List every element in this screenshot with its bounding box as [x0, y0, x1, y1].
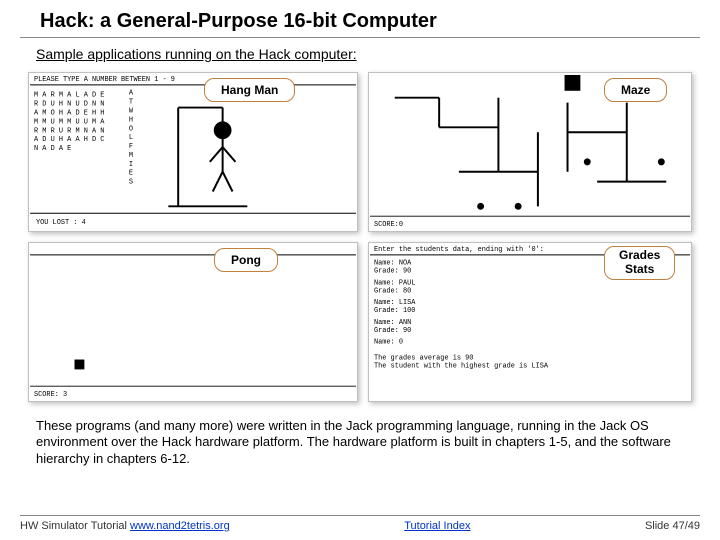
tutorial-index-link[interactable]: Tutorial Index [404, 520, 470, 532]
nand2tetris-link[interactable]: www.nand2tetris.org [130, 520, 230, 532]
svg-text:R D U H N U D N N: R D U H N U D N N [34, 101, 104, 109]
slide-number: Slide 47/49 [645, 520, 700, 532]
svg-text:A D U H A A H D C: A D U H A A H D C [34, 136, 104, 144]
hangman-tag: Hang Man [204, 78, 295, 102]
svg-text:A M O H A D E H H: A M O H A D E H H [34, 109, 104, 117]
grades-header: Enter the students data, ending with '0'… [374, 246, 544, 254]
maze-dot [515, 203, 522, 210]
hangman-panel: PLEASE TYPE A NUMBER BETWEEN 1 - 9 M A R… [28, 72, 358, 232]
svg-text:F: F [129, 143, 133, 151]
pong-ball [75, 360, 85, 370]
svg-text:Grade: 100: Grade: 100 [374, 307, 415, 315]
pong-tag: Pong [214, 248, 278, 272]
svg-text:M M U M M U U M A: M M U M M U U M A [34, 118, 105, 126]
svg-text:I: I [129, 161, 133, 169]
maze-dot [658, 158, 665, 165]
svg-text:Name: PAUL: Name: PAUL [374, 279, 415, 287]
svg-text:The student with the highest g: The student with the highest grade is LI… [374, 362, 549, 370]
svg-text:A: A [129, 90, 134, 98]
hangman-board: M A R M A L A D E R D U H N U D N N A M … [34, 92, 105, 153]
svg-text:Name: NOA: Name: NOA [374, 260, 412, 268]
hangman-figure [168, 108, 247, 207]
svg-text:Name: ANN: Name: ANN [374, 319, 411, 327]
page-title: Hack: a General-Purpose 16-bit Computer [20, 0, 700, 38]
grades-tag: GradesStats [604, 246, 675, 280]
svg-text:Grade: 90: Grade: 90 [374, 327, 411, 335]
grades-lines: Name: NOA Grade: 90 Name: PAUL Grade: 80… [374, 260, 549, 371]
hangman-lost: YOU LOST : 4 [36, 219, 86, 227]
svg-text:W: W [129, 108, 134, 116]
maze-tag: Maze [604, 78, 667, 102]
svg-text:Name: LISA: Name: LISA [374, 299, 416, 307]
svg-text:R M R U R M N A N: R M R U R M N A N [34, 127, 104, 135]
maze-dot [584, 158, 591, 165]
svg-text:L: L [129, 134, 133, 142]
svg-text:M: M [129, 152, 133, 160]
panels-container: PLEASE TYPE A NUMBER BETWEEN 1 - 9 M A R… [28, 72, 692, 422]
hangman-used-letters: A T W H O L F M I E S [129, 90, 134, 187]
svg-text:Grade: 90: Grade: 90 [374, 268, 411, 276]
footer: HW Simulator Tutorial www.nand2tetris.or… [20, 515, 700, 532]
subtitle: Sample applications running on the Hack … [0, 38, 720, 62]
svg-text:N A D A E: N A D A E [34, 145, 71, 153]
svg-text:M A R M A L A D E: M A R M A L A D E [34, 92, 104, 100]
pong-panel: SCORE: 3 [28, 242, 358, 402]
pong-score: SCORE: 3 [34, 391, 67, 399]
maze-score: SCORE:0 [374, 221, 403, 229]
body-paragraph: These programs (and many more) were writ… [36, 418, 690, 467]
svg-text:T: T [129, 99, 133, 107]
svg-text:The grades average is 90: The grades average is 90 [374, 355, 473, 363]
svg-text:S: S [129, 179, 133, 187]
hangman-prompt: PLEASE TYPE A NUMBER BETWEEN 1 - 9 [34, 76, 175, 84]
svg-text:Grade: 80: Grade: 80 [374, 287, 411, 295]
maze-dot [477, 203, 484, 210]
svg-text:Name: 0: Name: 0 [374, 339, 403, 347]
footer-left: HW Simulator Tutorial www.nand2tetris.or… [20, 520, 230, 532]
svg-text:E: E [129, 170, 133, 178]
svg-text:H: H [129, 116, 133, 124]
svg-text:O: O [129, 125, 133, 133]
